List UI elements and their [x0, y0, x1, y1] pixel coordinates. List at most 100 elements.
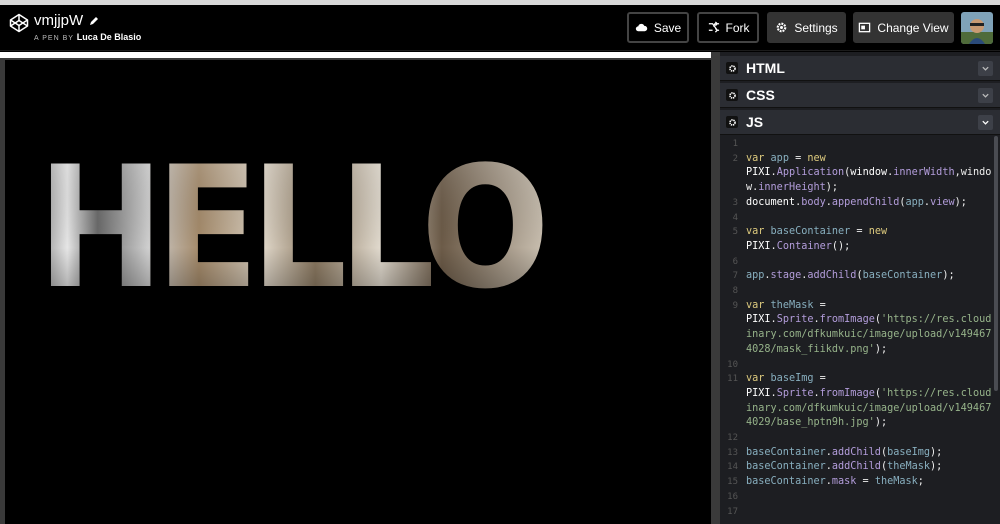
pen-title[interactable]: vmjjpW: [34, 12, 99, 29]
line-number: [720, 166, 742, 181]
code-line[interactable]: 15 baseContainer.mask = theMask;: [720, 475, 1000, 490]
preview-panel: HELLO HELLO: [0, 52, 716, 524]
line-number: 5: [732, 227, 738, 238]
line-number: 12: [727, 433, 738, 444]
svg-text:HELLO: HELLO: [37, 130, 543, 326]
change-view-button[interactable]: Change View: [853, 12, 954, 43]
line-number: [720, 181, 742, 196]
js-settings-icon[interactable]: [726, 116, 738, 128]
code-text: PIXI.Sprite.fromImage('https://res.cloud: [746, 387, 992, 399]
js-editor-header[interactable]: JS: [720, 110, 1000, 135]
user-avatar[interactable]: [961, 12, 993, 44]
html-editor-header[interactable]: HTML: [720, 56, 1000, 81]
code-text: var baseContainer = new: [746, 226, 888, 238]
line-number: 7: [732, 271, 738, 282]
code-line[interactable]: 12: [720, 431, 1000, 446]
line-number: 8: [732, 286, 738, 297]
code-line[interactable]: inary.com/dfkumkuic/image/upload/v149467: [720, 328, 1000, 343]
pencil-icon[interactable]: [89, 16, 99, 26]
code-line[interactable]: 10: [720, 358, 1000, 373]
code-text: PIXI.Sprite.fromImage('https://res.cloud: [746, 314, 992, 326]
save-label: Save: [653, 20, 682, 35]
code-line[interactable]: 5 var baseContainer = new: [720, 225, 1000, 240]
fork-label: Fork: [725, 20, 750, 35]
css-editor-header[interactable]: CSS: [720, 83, 1000, 108]
code-line[interactable]: PIXI.Container();: [720, 240, 1000, 255]
code-line[interactable]: 4029/base_hptn9h.jpg');: [720, 416, 1000, 431]
js-editor-title: JS: [746, 114, 764, 130]
author-link[interactable]: Luca De Blasio: [77, 32, 142, 42]
css-collapse-chevron-down-icon[interactable]: [978, 88, 993, 103]
line-number: 9: [732, 300, 738, 311]
code-text: PIXI.Container();: [746, 240, 851, 252]
line-number: 13: [727, 447, 738, 458]
settings-button[interactable]: Settings: [767, 12, 846, 43]
layout-icon: [859, 22, 871, 33]
code-line[interactable]: w.innerHeight);: [720, 181, 1000, 196]
code-line[interactable]: 6: [720, 255, 1000, 270]
result-iframe[interactable]: HELLO HELLO: [5, 60, 711, 524]
code-text: var theMask =: [746, 299, 826, 311]
code-line[interactable]: 3 document.body.appendChild(app.view);: [720, 196, 1000, 211]
line-number: [720, 387, 742, 402]
line-number: 1: [732, 139, 738, 149]
line-number: 11: [727, 374, 738, 385]
pen-title-text[interactable]: vmjjpW: [34, 12, 83, 29]
code-line[interactable]: 8: [720, 284, 1000, 299]
code-line[interactable]: 2 var app = new: [720, 152, 1000, 167]
code-text: inary.com/dfkumkuic/image/upload/v149467: [746, 402, 992, 414]
code-text: PIXI.Application(window.innerWidth,windo: [746, 167, 992, 179]
code-line[interactable]: 16: [720, 490, 1000, 505]
code-line[interactable]: PIXI.Sprite.fromImage('https://res.cloud: [720, 387, 1000, 402]
code-line[interactable]: PIXI.Application(window.innerWidth,windo: [720, 166, 1000, 181]
code-text: 4029/base_hptn9h.jpg');: [746, 417, 888, 429]
cloud-icon: [635, 23, 648, 32]
code-text: document.body.appendChild(app.view);: [746, 196, 967, 208]
line-number: [720, 343, 742, 358]
codepen-logo-icon[interactable]: [9, 13, 29, 33]
code-line[interactable]: 4028/mask_fiikdv.png');: [720, 343, 1000, 358]
code-text: var app = new: [746, 152, 826, 164]
code-text: baseContainer.mask = theMask;: [746, 476, 924, 488]
fork-icon: [708, 21, 719, 33]
js-collapse-chevron-down-icon[interactable]: [978, 115, 993, 130]
code-text: baseContainer.addChild(theMask);: [746, 461, 943, 473]
fork-button[interactable]: Fork: [697, 12, 759, 43]
editor-resize-handle[interactable]: [711, 52, 720, 524]
line-number: 10: [727, 359, 738, 370]
js-code-editor[interactable]: 1 2 var app = new PIXI.Application(window.i…: [720, 137, 1000, 524]
code-line[interactable]: 9 var theMask =: [720, 299, 1000, 314]
code-text: inary.com/dfkumkuic/image/upload/v149467: [746, 329, 992, 341]
code-text: w.innerHeight);: [746, 182, 839, 194]
line-number: 6: [732, 256, 738, 267]
save-button[interactable]: Save: [627, 12, 689, 43]
code-line[interactable]: 11 var baseImg =: [720, 372, 1000, 387]
line-number: [720, 416, 742, 431]
line-number: [720, 240, 742, 255]
html-editor-title: HTML: [746, 60, 785, 76]
line-number: 15: [727, 477, 738, 488]
line-number: [720, 313, 742, 328]
editor-scrollbar[interactable]: [994, 136, 998, 391]
code-line[interactable]: 4: [720, 211, 1000, 226]
code-line[interactable]: inary.com/dfkumkuic/image/upload/v149467: [720, 402, 1000, 417]
code-line[interactable]: 14 baseContainer.addChild(theMask);: [720, 460, 1000, 475]
code-line[interactable]: 13 baseContainer.addChild(baseImg);: [720, 446, 1000, 461]
css-settings-icon[interactable]: [726, 89, 738, 101]
html-collapse-chevron-down-icon[interactable]: [978, 61, 993, 76]
code-line[interactable]: 7 app.stage.addChild(baseContainer);: [720, 269, 1000, 284]
html-settings-icon[interactable]: [726, 62, 738, 74]
code-line[interactable]: PIXI.Sprite.fromImage('https://res.cloud: [720, 313, 1000, 328]
code-line[interactable]: 17: [720, 505, 1000, 520]
code-text: 4028/mask_fiikdv.png');: [746, 343, 888, 355]
line-number: 16: [727, 491, 738, 502]
code-text: app.stage.addChild(baseContainer);: [746, 270, 955, 282]
line-number: [720, 328, 742, 343]
code-line[interactable]: 1: [720, 137, 1000, 152]
